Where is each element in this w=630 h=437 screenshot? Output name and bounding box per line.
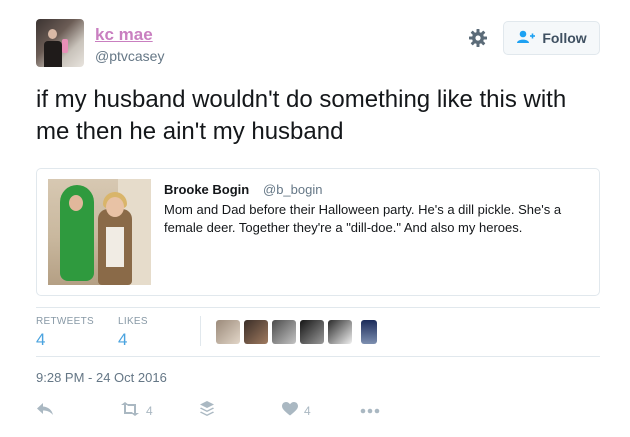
liker-avatar[interactable]: [216, 320, 240, 344]
liker-avatar[interactable]: [244, 320, 268, 344]
add-user-icon: [516, 30, 536, 47]
liker-avatar[interactable]: [361, 320, 377, 344]
quoted-author-handle[interactable]: @b_bogin: [263, 182, 322, 197]
stack-icon: [200, 401, 214, 420]
tweet-text: if my husband wouldn't do something like…: [36, 86, 567, 145]
likes-count[interactable]: 4: [118, 330, 127, 350]
user-avatar[interactable]: [36, 19, 84, 67]
retweets-count[interactable]: 4: [36, 330, 45, 350]
retweets-label: RETWEETS: [36, 316, 94, 327]
like-count: 4: [304, 403, 311, 418]
liker-avatar[interactable]: [272, 320, 296, 344]
heart-icon: [282, 402, 298, 419]
divider: [36, 356, 600, 357]
gear-icon[interactable]: [468, 28, 488, 48]
quoted-tweet-image[interactable]: [48, 179, 151, 285]
follow-button[interactable]: Follow: [503, 21, 600, 55]
retweet-icon: [120, 402, 140, 419]
user-name[interactable]: kc mae: [95, 25, 153, 45]
retweet-count: 4: [146, 403, 153, 418]
moments-button[interactable]: [200, 401, 214, 420]
stats-separator: [200, 316, 201, 346]
liker-avatar[interactable]: [328, 320, 352, 344]
likes-label: LIKES: [118, 316, 148, 327]
liker-avatar[interactable]: [300, 320, 324, 344]
tweet-timestamp[interactable]: 9:28 PM - 24 Oct 2016: [36, 370, 167, 385]
reply-button[interactable]: [36, 402, 54, 419]
follow-label: Follow: [542, 30, 587, 46]
like-button[interactable]: 4: [282, 402, 311, 419]
reply-icon: [36, 402, 54, 419]
retweet-button[interactable]: 4: [120, 402, 153, 419]
quoted-author-name[interactable]: Brooke Bogin: [164, 182, 249, 197]
more-icon: [360, 403, 380, 417]
more-button[interactable]: [360, 403, 380, 417]
quoted-tweet-text: Mom and Dad before their Halloween party…: [164, 202, 562, 235]
user-handle[interactable]: @ptvcasey: [95, 48, 164, 64]
divider: [36, 307, 600, 308]
